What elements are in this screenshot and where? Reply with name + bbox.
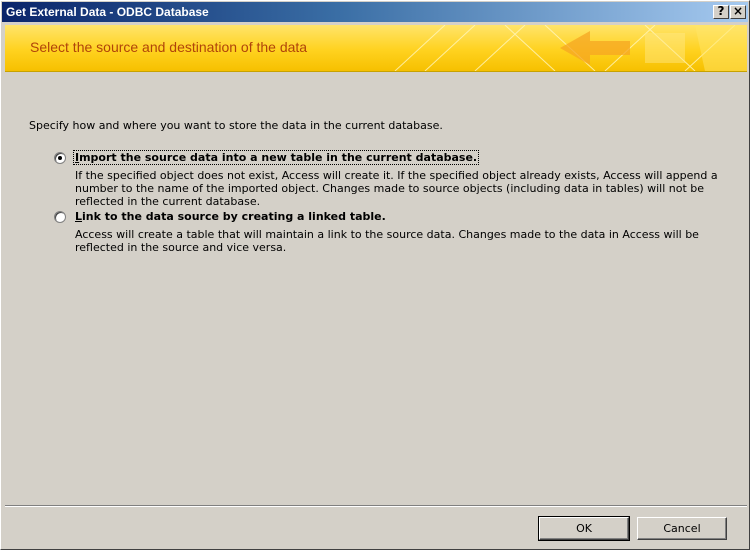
close-button[interactable]: × <box>730 5 746 19</box>
header-banner: Select the source and destination of the… <box>5 25 747 72</box>
ok-button[interactable]: OK <box>538 516 630 541</box>
intro-text: Specify how and where you want to store … <box>29 119 443 132</box>
import-label-text: mport the source data into a new table i… <box>79 151 478 164</box>
link-option-label[interactable]: Link to the data source by creating a li… <box>74 210 387 223</box>
link-label-text: ink to the data source by creating a lin… <box>82 210 386 223</box>
cancel-button[interactable]: Cancel <box>637 517 727 540</box>
close-icon: × <box>732 4 744 18</box>
footer-separator <box>5 505 747 507</box>
help-button[interactable]: ? <box>713 5 729 19</box>
banner-heading: Select the source and destination of the… <box>30 39 308 55</box>
link-option-description: Access will create a table that will mai… <box>75 228 699 254</box>
import-option-label[interactable]: Import the source data into a new table … <box>72 150 480 165</box>
radio-selected-dot <box>58 156 62 160</box>
help-icon: ? <box>717 4 725 18</box>
link-mnemonic: L <box>75 210 83 223</box>
link-radio[interactable] <box>54 211 66 223</box>
title-bar[interactable]: Get External Data - ODBC Database ? × <box>2 2 748 22</box>
import-radio[interactable] <box>54 152 66 164</box>
dialog-window: Get External Data - ODBC Database ? × Se <box>0 0 750 550</box>
window-title: Get External Data - ODBC Database <box>6 5 209 19</box>
import-option-description: If the specified object does not exist, … <box>75 169 718 208</box>
